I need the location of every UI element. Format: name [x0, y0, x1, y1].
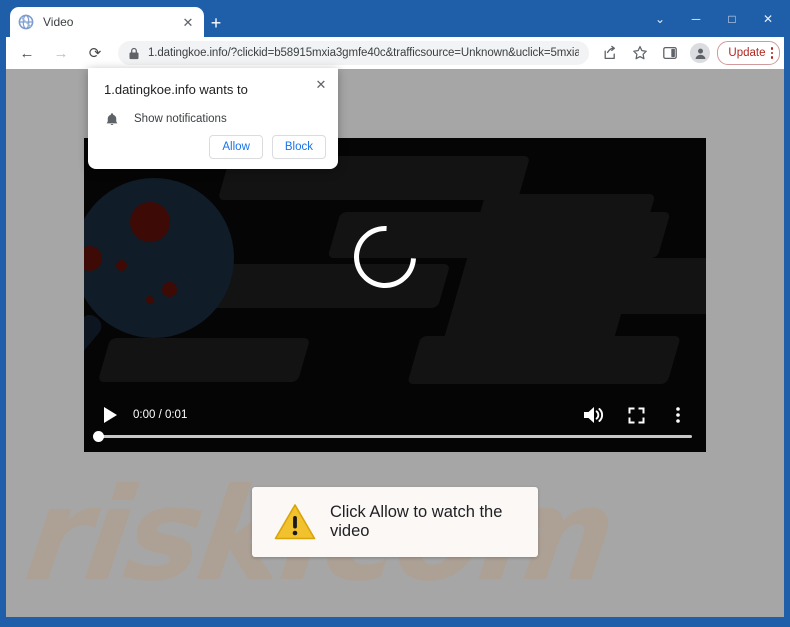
progress-bar[interactable]	[98, 435, 692, 438]
tab-video[interactable]: Video ✕	[10, 7, 204, 37]
bell-icon	[104, 111, 120, 127]
minimize-button[interactable]: ─	[678, 5, 714, 33]
permission-option-row: Show notifications	[104, 111, 322, 127]
browser-toolbar: ← → ⟳ 1.datingkoe.info/?clickid=b58915mx…	[6, 37, 784, 69]
notification-permission-dialog: ✕ 1.datingkoe.info wants to Show notific…	[88, 68, 338, 169]
bookmark-star-icon[interactable]	[628, 41, 652, 65]
tab-close-icon[interactable]: ✕	[180, 14, 196, 30]
update-label: Update	[728, 47, 766, 59]
url-text: 1.datingkoe.info/?clickid=b58915mxia3gmf…	[148, 47, 580, 59]
maximize-button[interactable]: □	[714, 5, 750, 33]
warning-triangle-icon	[274, 503, 316, 541]
close-window-button[interactable]: ✕	[750, 5, 786, 33]
lock-icon[interactable]	[128, 47, 140, 60]
dialog-title: 1.datingkoe.info wants to	[104, 82, 248, 97]
reload-button[interactable]: ⟳	[82, 40, 108, 66]
banner-text: Click Allow to watch the video	[330, 503, 503, 540]
video-more-menu-icon[interactable]	[664, 403, 692, 427]
tab-strip: Video ✕ + ⌄ ─ □ ✕	[0, 0, 790, 37]
update-button[interactable]: Update	[717, 41, 780, 65]
time-display: 0:00 / 0:01	[133, 409, 188, 421]
tab-favicon-icon	[18, 14, 34, 30]
tab-search-chevron-icon[interactable]: ⌄	[642, 5, 678, 33]
fullscreen-icon[interactable]	[622, 403, 650, 427]
volume-icon[interactable]	[580, 403, 608, 427]
video-player[interactable]: 0:00 / 0:01	[84, 138, 706, 452]
permission-option-label: Show notifications	[134, 113, 227, 125]
block-button[interactable]: Block	[271, 135, 326, 159]
back-button[interactable]: ←	[14, 40, 40, 66]
tab-title: Video	[43, 15, 74, 29]
share-icon[interactable]	[598, 41, 622, 65]
side-panel-icon[interactable]	[658, 41, 682, 65]
click-allow-banner: Click Allow to watch the video	[252, 487, 538, 557]
address-bar[interactable]: 1.datingkoe.info/?clickid=b58915mxia3gmf…	[118, 41, 590, 65]
dialog-close-icon[interactable]: ✕	[312, 75, 330, 93]
magnifier-graphic	[84, 178, 264, 398]
video-controls: 0:00 / 0:01	[84, 394, 706, 452]
browser-window: Video ✕ + ⌄ ─ □ ✕ ← → ⟳ 1.datingkoe.info…	[0, 0, 790, 627]
new-tab-button[interactable]: +	[205, 12, 227, 34]
progress-handle[interactable]	[93, 431, 104, 442]
window-controls: ⌄ ─ □ ✕	[642, 4, 786, 34]
browser-menu-icon[interactable]	[770, 47, 773, 59]
play-button[interactable]	[98, 403, 122, 427]
allow-button[interactable]: Allow	[209, 135, 263, 159]
dialog-buttons: Allow Block	[209, 135, 326, 159]
profile-avatar[interactable]	[690, 43, 711, 63]
forward-button: →	[53, 44, 69, 62]
